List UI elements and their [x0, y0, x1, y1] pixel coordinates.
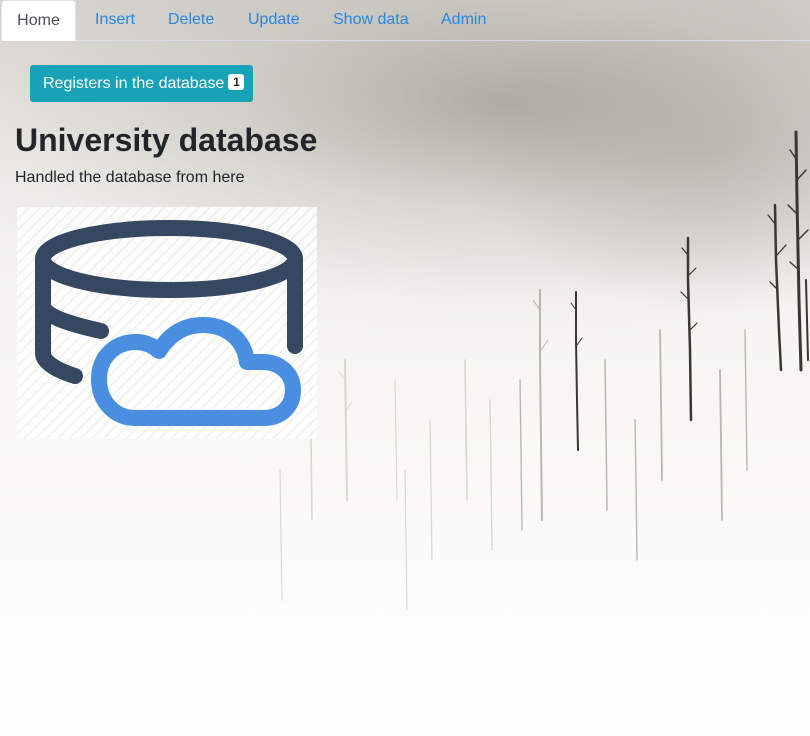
tab-show-data[interactable]: Show data [333, 0, 409, 40]
registers-count-badge: 1 [228, 74, 245, 90]
tab-home[interactable]: Home [1, 0, 76, 41]
page-title: University database [15, 122, 318, 158]
database-cloud-icon [17, 207, 317, 439]
tab-admin[interactable]: Admin [441, 0, 486, 40]
top-navigation: Home Insert Delete Update Show data Admi… [0, 0, 810, 41]
tab-update[interactable]: Update [248, 0, 300, 40]
tab-delete[interactable]: Delete [168, 0, 214, 40]
page-subtitle: Handled the database from here [15, 169, 245, 186]
registers-button[interactable]: Registers in the database 1 [30, 65, 253, 102]
tab-insert[interactable]: Insert [95, 0, 135, 40]
registers-button-label: Registers in the database [43, 75, 225, 92]
